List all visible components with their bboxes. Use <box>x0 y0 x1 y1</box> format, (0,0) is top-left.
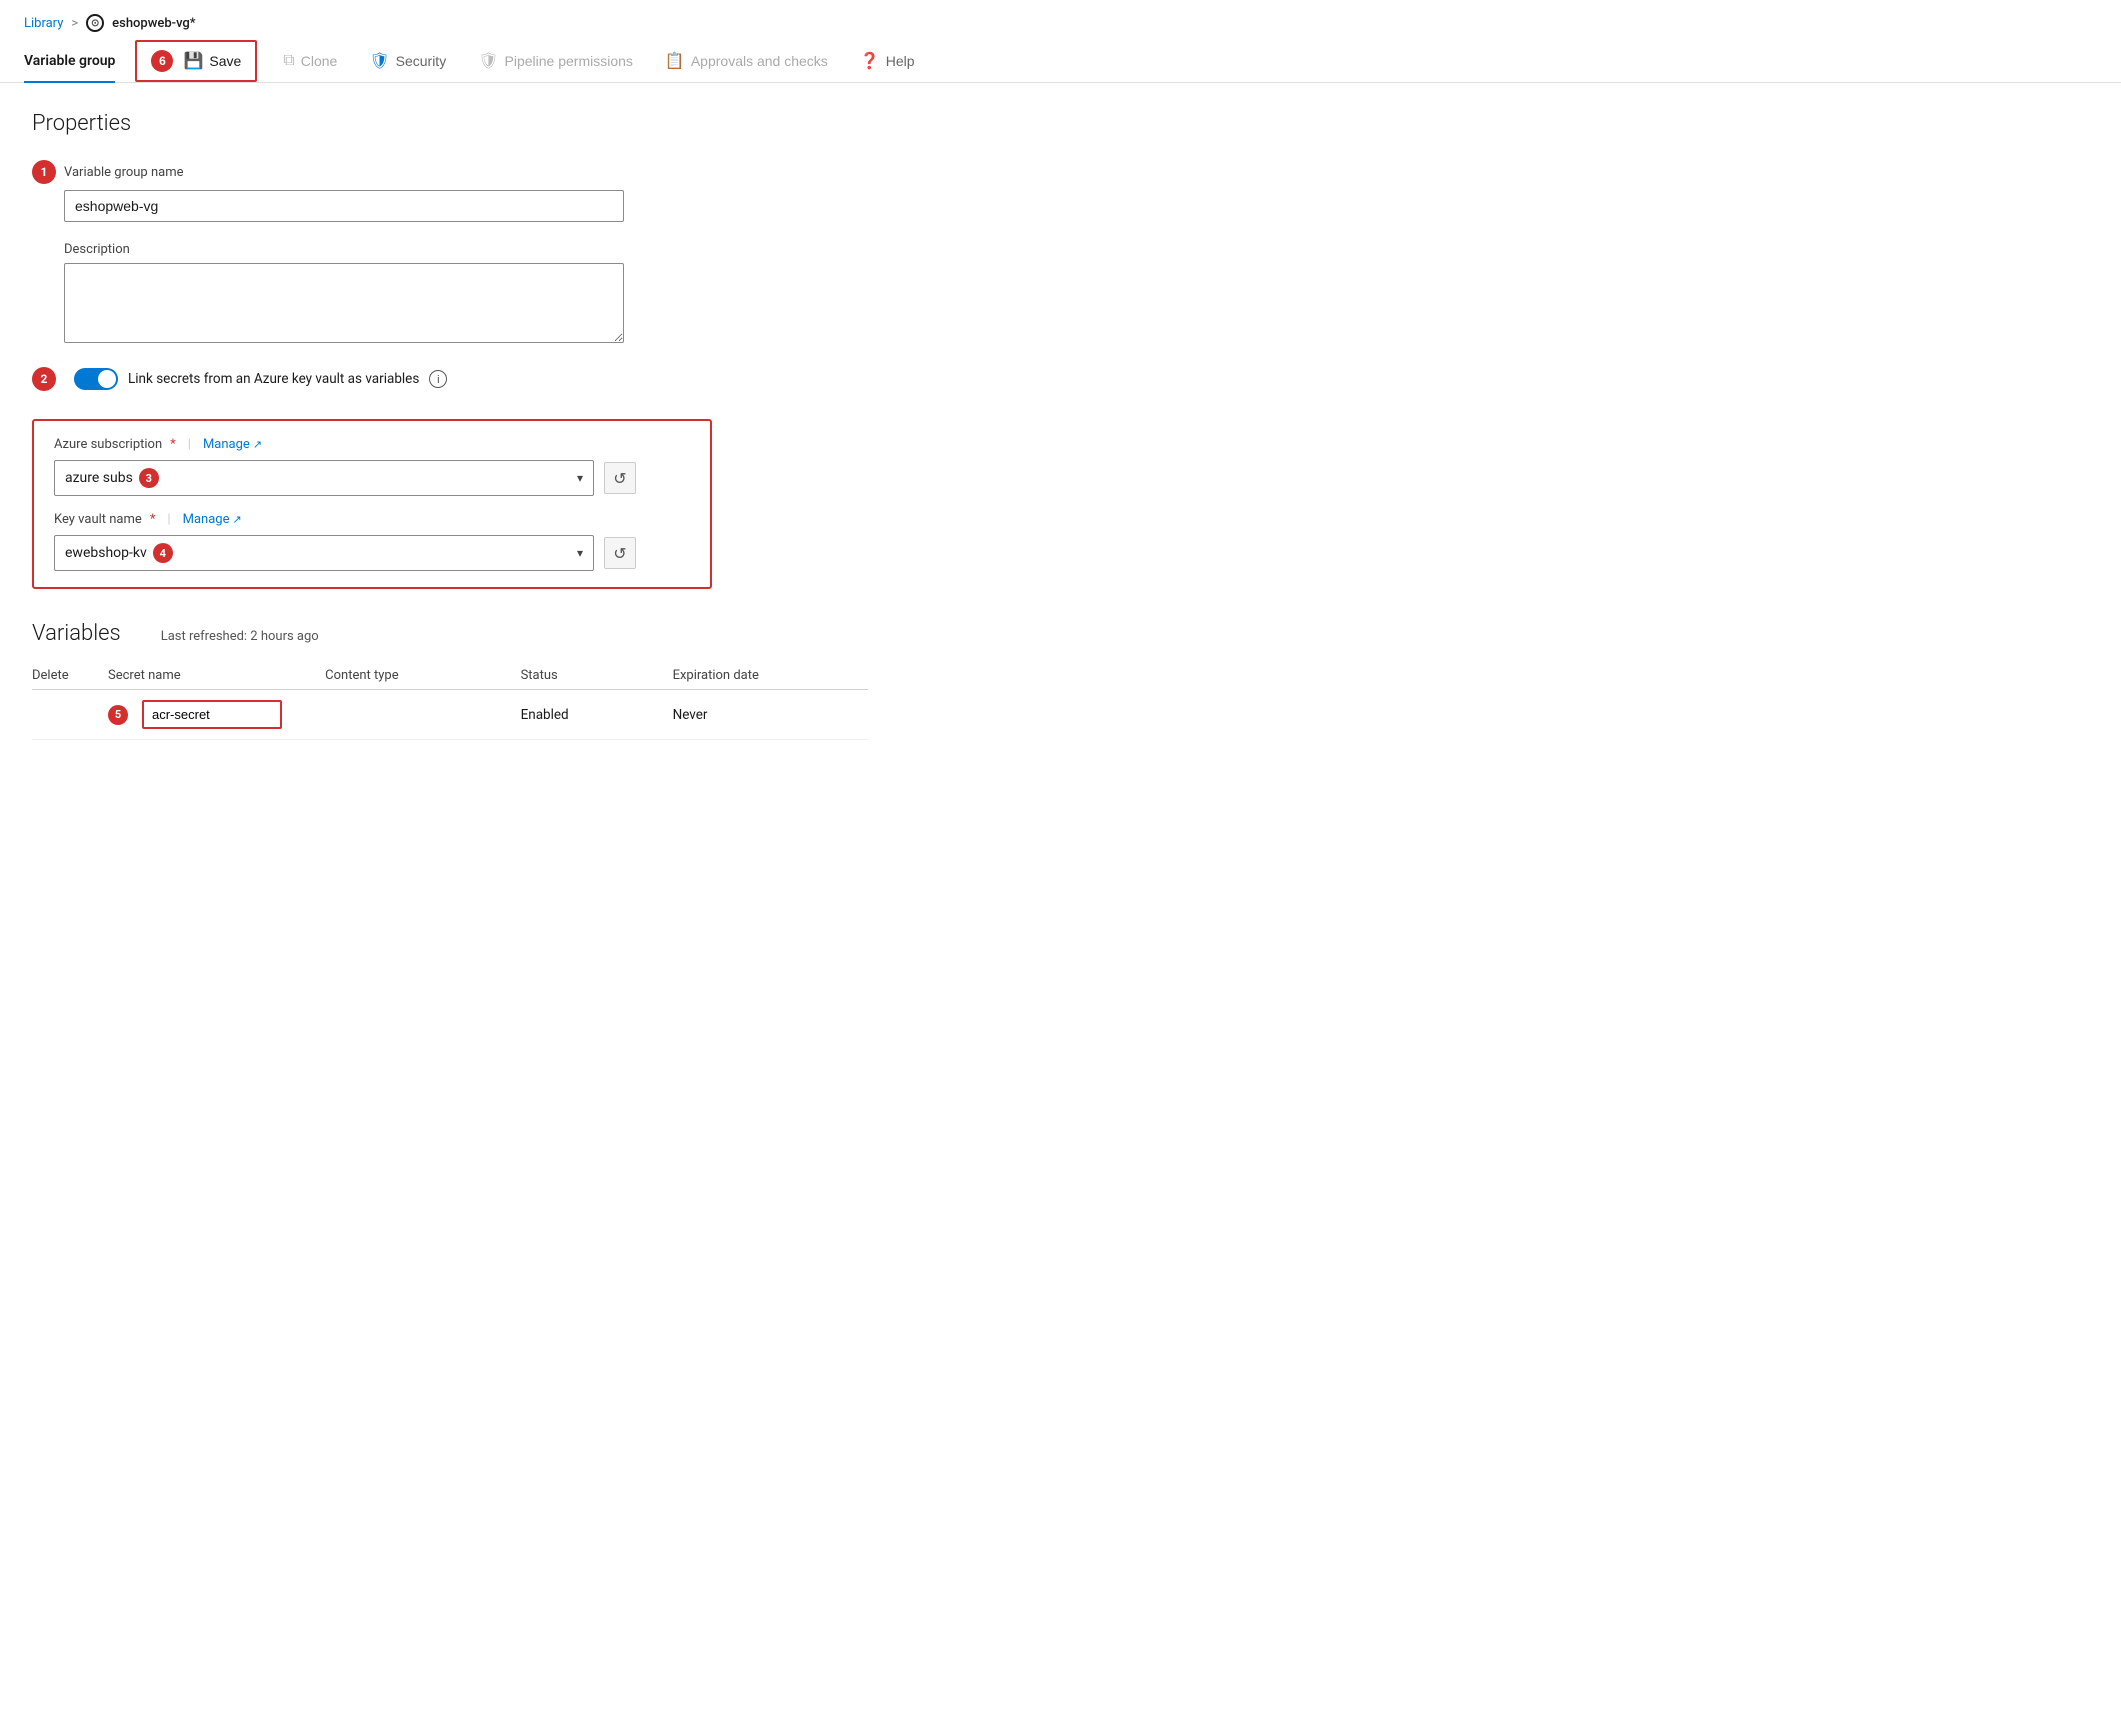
properties-title: Properties <box>32 111 868 136</box>
secret-name-input[interactable] <box>142 700 282 729</box>
clone-icon: ⧉ <box>283 52 294 70</box>
key-vault-name-select[interactable]: ewebshop-kv 4 ▾ <box>54 535 594 571</box>
help-label: Help <box>886 53 915 69</box>
azure-subscription-label: Azure subscription <box>54 437 162 452</box>
pipeline-permissions-button[interactable]: 🛡 Pipeline permissions <box>464 43 647 79</box>
save-icon: 💾 <box>183 51 203 71</box>
description-field: Description <box>32 242 868 347</box>
azure-subscription-row: Azure subscription * | Manage ↗ azure su… <box>54 437 690 496</box>
col-header-content-type: Content type <box>325 662 520 690</box>
tab-variable-group-label: Variable group <box>24 53 115 69</box>
content-type-cell <box>325 690 520 740</box>
status-cell: Enabled <box>521 690 673 740</box>
key-vault-name-row: Key vault name * | Manage ↗ ewebshop-kv … <box>54 512 690 571</box>
col-header-status: Status <box>521 662 673 690</box>
step3-badge: 3 <box>139 468 159 488</box>
step2-badge: 2 <box>32 367 56 391</box>
refresh-keyvault-button[interactable]: ↺ <box>604 537 636 569</box>
manage-subscription-link[interactable]: Manage ↗ <box>203 437 262 452</box>
variables-header: Variables Last refreshed: 2 hours ago <box>32 621 868 646</box>
variables-table: Delete Secret name Content type Status E… <box>32 662 868 740</box>
keyvault-section: Azure subscription * | Manage ↗ azure su… <box>32 419 712 589</box>
toolbar: Variable group 6 💾 Save ⧉ Clone 🛡 Securi… <box>0 40 2121 83</box>
expiration-date-cell: Never <box>673 690 868 740</box>
required-marker: * <box>170 437 176 452</box>
help-button[interactable]: ❓ Help <box>846 43 929 79</box>
breadcrumb-current-page: eshopweb-vg* <box>112 16 195 31</box>
security-button[interactable]: 🛡 Security <box>355 43 460 79</box>
approvals-icon: 📋 <box>665 51 685 71</box>
approvals-button[interactable]: 📋 Approvals and checks <box>651 43 842 79</box>
variables-title: Variables <box>32 621 121 646</box>
manage-keyvault-link[interactable]: Manage ↗ <box>183 512 242 527</box>
col-header-expiration-date: Expiration date <box>673 662 868 690</box>
delete-cell <box>32 690 108 740</box>
azure-subscription-value: azure subs <box>65 470 133 486</box>
variable-group-name-input[interactable] <box>64 190 624 222</box>
description-input[interactable] <box>64 263 624 343</box>
pipeline-permissions-label: Pipeline permissions <box>505 53 633 69</box>
chevron-down-icon-2: ▾ <box>577 546 583 560</box>
step5-badge: 5 <box>108 705 128 725</box>
variable-group-name-label: Variable group name <box>64 165 184 180</box>
key-vault-required-marker: * <box>150 512 156 527</box>
link-secrets-toggle[interactable] <box>74 368 118 390</box>
variable-group-name-field: 1 Variable group name <box>32 160 868 222</box>
refresh-subscription-button[interactable]: ↺ <box>604 462 636 494</box>
external-link-icon-2: ↗ <box>232 513 241 526</box>
step4-badge: 4 <box>153 543 173 563</box>
save-label: Save <box>209 53 241 69</box>
refresh-icon: ↺ <box>613 469 626 488</box>
toggle-row: 2 Link secrets from an Azure key vault a… <box>32 367 868 391</box>
breadcrumb-separator: > <box>71 16 78 31</box>
breadcrumb: Library > ⊙ eshopweb-vg* <box>0 0 2121 40</box>
approvals-label: Approvals and checks <box>691 53 828 69</box>
last-refreshed: Last refreshed: 2 hours ago <box>161 629 319 644</box>
external-link-icon: ↗ <box>253 438 262 451</box>
secret-name-cell: 5 <box>108 690 325 740</box>
library-link[interactable]: Library <box>24 16 63 31</box>
shield-icon: 🛡 <box>369 51 389 71</box>
clone-label: Clone <box>301 53 338 69</box>
pipeline-icon: 🛡 <box>478 51 498 71</box>
col-header-secret-name: Secret name <box>108 662 325 690</box>
save-badge: 6 <box>151 50 173 72</box>
toggle-label: Link secrets from an Azure key vault as … <box>128 371 419 387</box>
refresh-icon-2: ↺ <box>613 544 626 563</box>
key-vault-name-label: Key vault name <box>54 512 142 527</box>
col-header-delete: Delete <box>32 662 108 690</box>
table-row: 5 EnabledNever <box>32 690 868 740</box>
azure-subscription-select[interactable]: azure subs 3 ▾ <box>54 460 594 496</box>
security-label: Security <box>396 53 447 69</box>
main-content: Properties 1 Variable group name Descrip… <box>0 83 900 768</box>
save-button[interactable]: 6 💾 Save <box>135 40 257 82</box>
tab-variable-group[interactable]: Variable group <box>24 41 115 83</box>
chevron-down-icon: ▾ <box>577 471 583 485</box>
key-vault-name-value: ewebshop-kv <box>65 545 147 561</box>
help-icon: ❓ <box>860 51 880 71</box>
clone-button[interactable]: ⧉ Clone <box>269 44 351 78</box>
step1-badge: 1 <box>32 160 56 184</box>
variable-group-icon: ⊙ <box>86 14 104 32</box>
description-label: Description <box>64 242 868 257</box>
info-icon[interactable]: i <box>429 370 447 388</box>
